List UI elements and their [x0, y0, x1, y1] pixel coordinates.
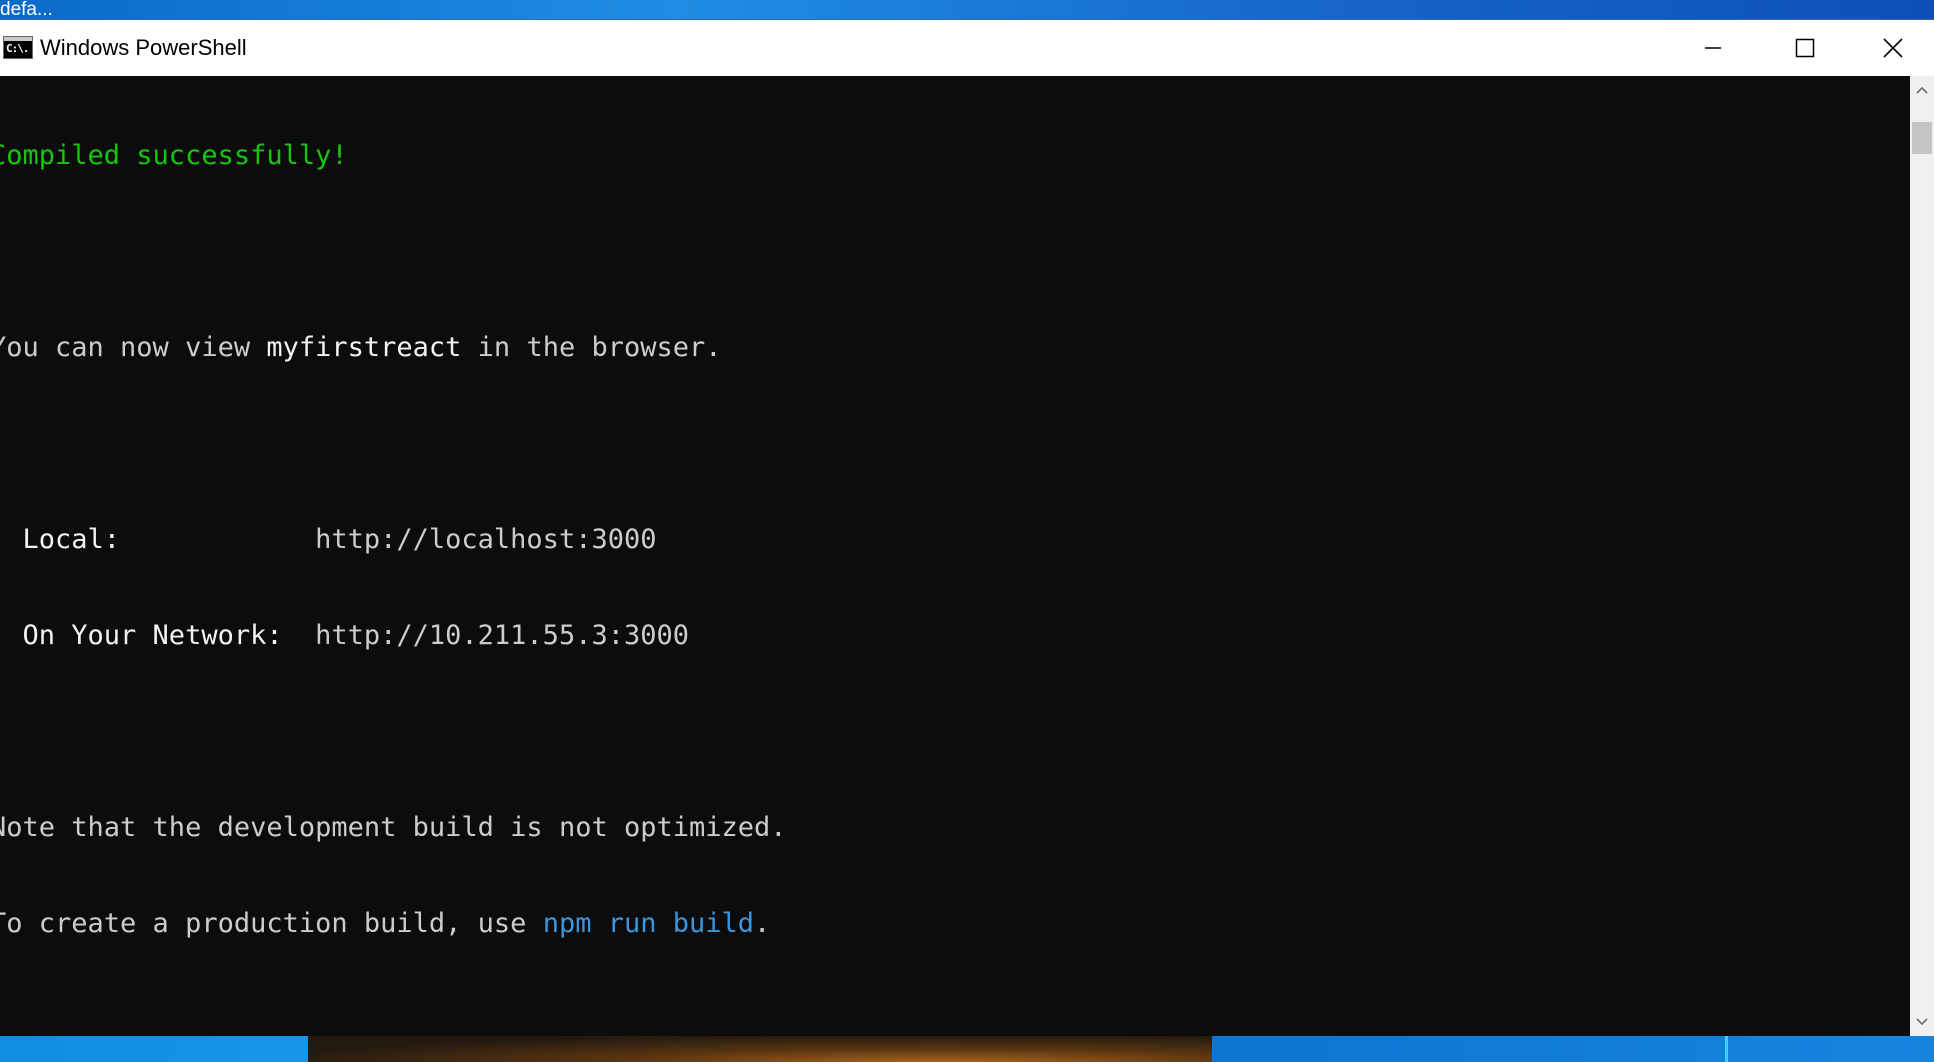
powershell-window[interactable]: C:\. Windows PowerShell Compiled success… [0, 20, 1934, 1036]
maximize-button[interactable] [1759, 20, 1851, 76]
desktop-background-bottom [0, 1036, 1934, 1062]
production-build-line: To create a production build, use npm ru… [0, 908, 787, 940]
console-output[interactable]: Compiled successfully! You can now view … [0, 76, 1910, 1036]
window-title: Windows PowerShell [40, 35, 247, 60]
title-bar[interactable]: C:\. Windows PowerShell [0, 20, 1934, 76]
close-button[interactable] [1851, 20, 1934, 76]
close-icon [1882, 38, 1903, 58]
scroll-down-arrow-icon [1916, 1018, 1928, 1026]
wallpaper-image [308, 1036, 1212, 1062]
minimize-button[interactable] [1667, 20, 1759, 76]
network-label: On Your Network: [0, 620, 316, 651]
local-url: http://localhost:3000 [315, 524, 657, 555]
scroll-up-button[interactable] [1910, 76, 1934, 104]
scroll-down-button[interactable] [1910, 1008, 1934, 1036]
view-message-line: You can now view myfirstreact in the bro… [0, 332, 787, 364]
wallpaper-light-streak [1725, 1036, 1728, 1062]
maximize-icon [1795, 38, 1815, 58]
npm-command: npm run build [542, 908, 755, 939]
desktop-background-top: defa... [0, 0, 1934, 20]
compiled-message: Compiled successfully! [0, 140, 348, 171]
view-suffix: in the browser. [461, 332, 722, 363]
console-icon[interactable]: C:\. [3, 36, 33, 59]
view-prefix: You can now view [0, 332, 267, 363]
production-prefix: To create a production build, use [0, 908, 543, 939]
scroll-up-arrow-icon [1916, 86, 1928, 94]
note-line: Note that the development build is not o… [0, 812, 787, 843]
production-suffix: . [754, 908, 771, 939]
network-url: http://10.211.55.3:3000 [315, 620, 689, 651]
local-label: Local: [0, 524, 316, 555]
app-name: myfirstreact [266, 332, 462, 363]
console-text: Compiled successfully! You can now view … [0, 76, 787, 1004]
vertical-scrollbar[interactable] [1910, 76, 1934, 1036]
local-url-line: Local: http://localhost:3000 [0, 524, 787, 556]
scroll-thumb[interactable] [1912, 122, 1932, 154]
background-window-title[interactable]: defa... [0, 0, 53, 20]
network-url-line: On Your Network: http://10.211.55.3:3000 [0, 620, 787, 652]
minimize-icon [1705, 47, 1721, 49]
